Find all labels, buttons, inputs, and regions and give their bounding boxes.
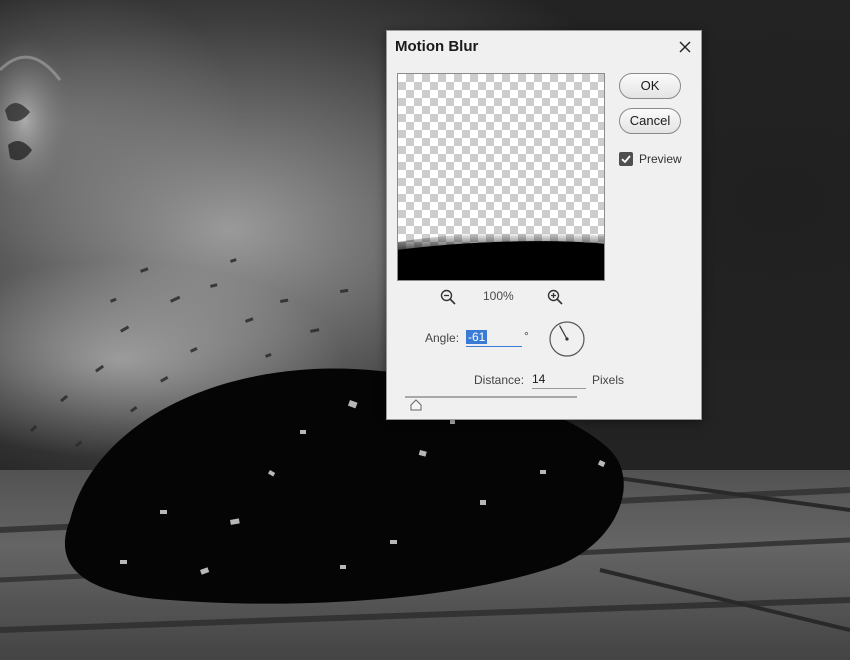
distance-slider[interactable] bbox=[405, 396, 577, 398]
angle-label: Angle: bbox=[425, 331, 460, 345]
zoom-out-button[interactable] bbox=[439, 288, 457, 306]
slider-thumb-icon bbox=[410, 399, 422, 411]
preview-pane[interactable] bbox=[397, 73, 605, 281]
zoom-in-button[interactable] bbox=[546, 288, 564, 306]
angle-field[interactable]: -61 bbox=[466, 328, 522, 347]
dialog-title: Motion Blur bbox=[395, 38, 479, 55]
zoom-out-icon bbox=[440, 289, 456, 305]
checkmark-icon bbox=[621, 155, 631, 164]
zoom-in-icon bbox=[547, 289, 563, 305]
close-button[interactable] bbox=[675, 37, 695, 57]
distance-unit: Pixels bbox=[592, 373, 625, 387]
zoom-level: 100% bbox=[483, 289, 514, 303]
preview-label: Preview bbox=[639, 152, 682, 166]
degree-symbol: ° bbox=[524, 329, 529, 343]
distance-slider-thumb[interactable] bbox=[409, 399, 423, 411]
dialog-titlebar: Motion Blur bbox=[387, 31, 701, 63]
preview-image bbox=[398, 232, 604, 280]
preview-checkbox[interactable] bbox=[619, 152, 633, 166]
motion-blur-dialog: Motion Blur 100% OK Cancel Preview Angle… bbox=[386, 30, 702, 420]
cancel-button[interactable]: Cancel bbox=[619, 108, 681, 134]
distance-label: Distance: bbox=[474, 373, 525, 387]
ok-button[interactable]: OK bbox=[619, 73, 681, 99]
angle-value: -61 bbox=[466, 330, 488, 344]
distance-field[interactable]: 14 bbox=[532, 370, 586, 389]
angle-dial[interactable] bbox=[549, 321, 585, 357]
angle-dial-icon bbox=[549, 321, 585, 357]
close-icon bbox=[679, 41, 691, 53]
